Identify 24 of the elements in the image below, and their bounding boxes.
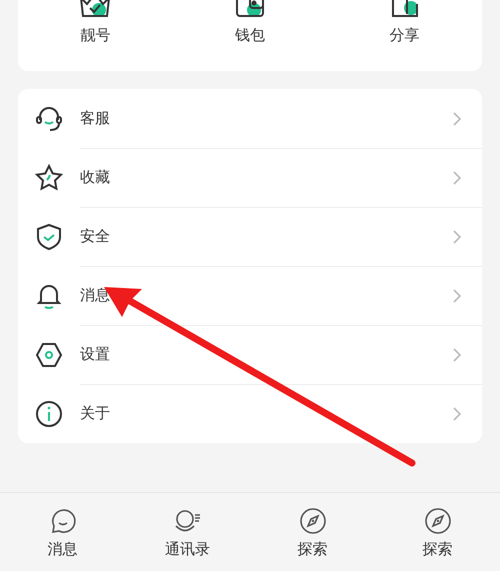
menu-item[interactable]: 收藏: [80, 168, 452, 187]
chevron-icon: [452, 288, 462, 304]
menu-item[interactable]: 安全: [80, 227, 452, 246]
chevron-icon: [452, 228, 462, 244]
menu-item[interactable]: 关于: [80, 404, 452, 423]
nav-tab[interactable]: 探索: [298, 540, 328, 558]
info-icon: [34, 398, 64, 428]
chevron-icon: [452, 170, 462, 186]
compass-icon: [298, 506, 328, 536]
chevron-icon: [452, 110, 462, 126]
nav-tab[interactable]: 探索: [422, 540, 452, 558]
menu-item[interactable]: 消息: [80, 286, 452, 305]
nav-tab[interactable]: 通讯录: [165, 540, 210, 558]
star-icon: [34, 162, 64, 192]
nav-tab[interactable]: 消息: [48, 540, 78, 558]
chevron-icon: [452, 346, 462, 362]
menu-item[interactable]: 客服: [80, 109, 452, 128]
shortcut-label[interactable]: 分享: [390, 26, 420, 45]
compass-icon: [422, 506, 452, 536]
shortcut-label[interactable]: 钱包: [234, 26, 265, 45]
shield-icon: [34, 222, 64, 252]
menu-item[interactable]: 设置: [80, 345, 452, 364]
shortcut-label[interactable]: 靓号: [80, 26, 110, 45]
chevron-icon: [452, 406, 462, 422]
